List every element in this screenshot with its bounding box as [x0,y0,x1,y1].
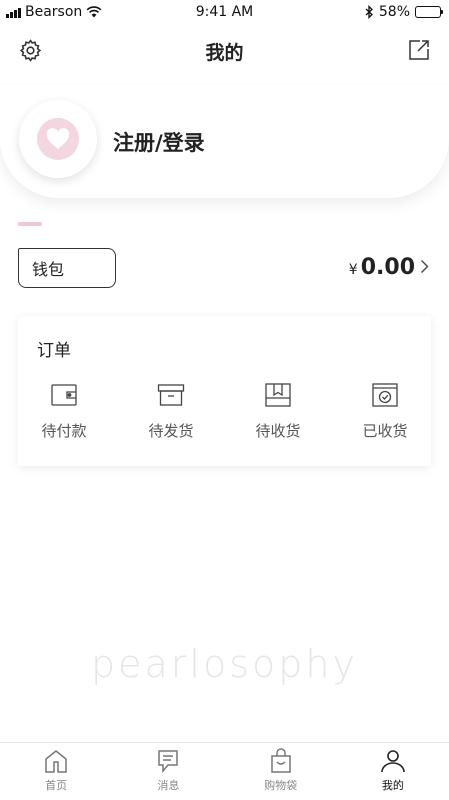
tab-label: 购物袋 [264,779,298,792]
person-icon [381,750,405,773]
package-icon [265,383,291,407]
orders-title: 订单 [37,341,71,361]
tab-label: 消息 [157,779,180,792]
order-received[interactable]: 已收货 [341,382,429,441]
check-box-icon [372,383,398,407]
order-item-label: 待发货 [148,422,194,440]
brand-logo: pearlosophy [91,642,358,686]
share-icon [409,40,429,60]
order-item-label: 待付款 [41,422,87,440]
tab-label: 首页 [45,779,68,792]
nav-bar: 我的 [0,28,449,72]
heart-icon [46,128,70,149]
wallet-button[interactable]: 钱包 [18,248,116,288]
balance-amount: 0.00 [360,255,415,280]
order-item-label: 待收货 [255,422,301,440]
tab-bar: 首页 消息 购物袋 我的 [0,742,449,800]
login-register-link[interactable]: 注册/登录 [113,127,205,157]
status-bar: Bearson 9:41 AM 58% [0,0,449,24]
wallet-icon [51,384,77,406]
bluetooth-icon [365,5,373,19]
order-pending-receipt[interactable]: 待收货 [234,382,322,441]
tab-home[interactable]: 首页 [0,743,112,800]
tab-shopping-bag[interactable]: 购物袋 [225,743,337,800]
currency-symbol: ¥ [348,262,358,278]
tab-messages[interactable]: 消息 [112,743,224,800]
avatar[interactable] [19,100,97,178]
tab-label: 我的 [381,779,404,792]
home-icon [45,750,67,773]
wallet-balance[interactable]: ¥ 0.00 [349,255,429,280]
accent-bar [18,222,42,226]
profile-card: 注册/登录 [0,86,449,198]
battery-percent: 58% [378,4,410,20]
battery-icon [415,6,443,18]
order-pending-shipment[interactable]: 待发货 [127,382,215,441]
orders-card: 订单 待付款 待发货 待收货 已收货 [18,316,431,466]
shopping-bag-icon [270,748,291,773]
chevron-right-icon [421,260,429,273]
box-icon [157,384,185,406]
order-item-label: 已收货 [362,422,408,440]
tab-me[interactable]: 我的 [337,743,449,800]
order-pending-payment[interactable]: 待付款 [20,382,108,441]
avatar-circle [37,118,79,160]
message-icon [158,750,179,774]
share-button[interactable] [406,37,432,63]
page-title: 我的 [205,42,244,64]
status-right: 58% [365,4,443,20]
